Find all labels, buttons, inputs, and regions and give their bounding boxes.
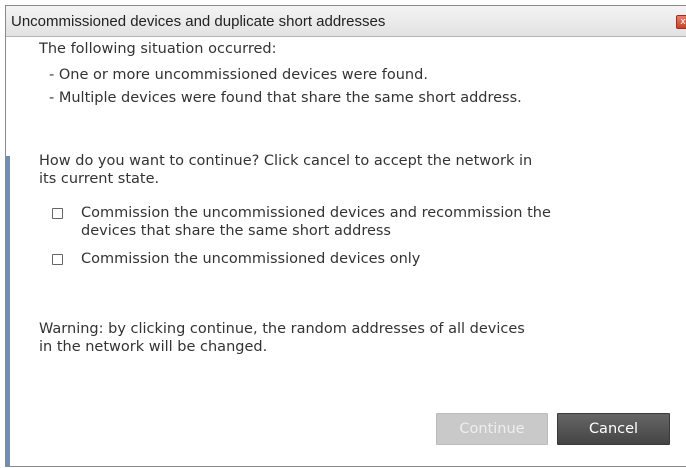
option-1-label-line1[interactable]: Commission the uncommissioned devices an… [81,204,551,222]
cancel-button[interactable]: Cancel [557,413,670,445]
option-1-checkbox[interactable] [52,208,63,219]
issue-item: - One or more uncommissioned devices wer… [49,67,428,83]
close-icon[interactable]: x [676,15,686,29]
title-bar[interactable]: Uncommissioned devices and duplicate sho… [6,6,686,37]
option-2-label[interactable]: Commission the uncommissioned devices on… [81,250,420,268]
issue-item: - Multiple devices were found that share… [49,90,522,106]
option-1-label-line2[interactable]: devices that share the same short addres… [81,222,391,240]
continue-button[interactable]: Continue [436,413,548,445]
option-2-checkbox[interactable] [52,254,63,265]
question-text-line2: its current state. [39,171,160,187]
warning-text-line2: in the network will be changed. [39,339,268,355]
dialog-title: Uncommissioned devices and duplicate sho… [11,13,386,30]
question-text-line1: How do you want to continue? Click cance… [39,153,533,169]
dialog: Uncommissioned devices and duplicate sho… [5,5,686,467]
dialog-body: The following situation occurred: - One … [6,36,686,466]
intro-text: The following situation occurred: [39,41,277,57]
warning-text-line1: Warning: by clicking continue, the rando… [39,321,525,337]
